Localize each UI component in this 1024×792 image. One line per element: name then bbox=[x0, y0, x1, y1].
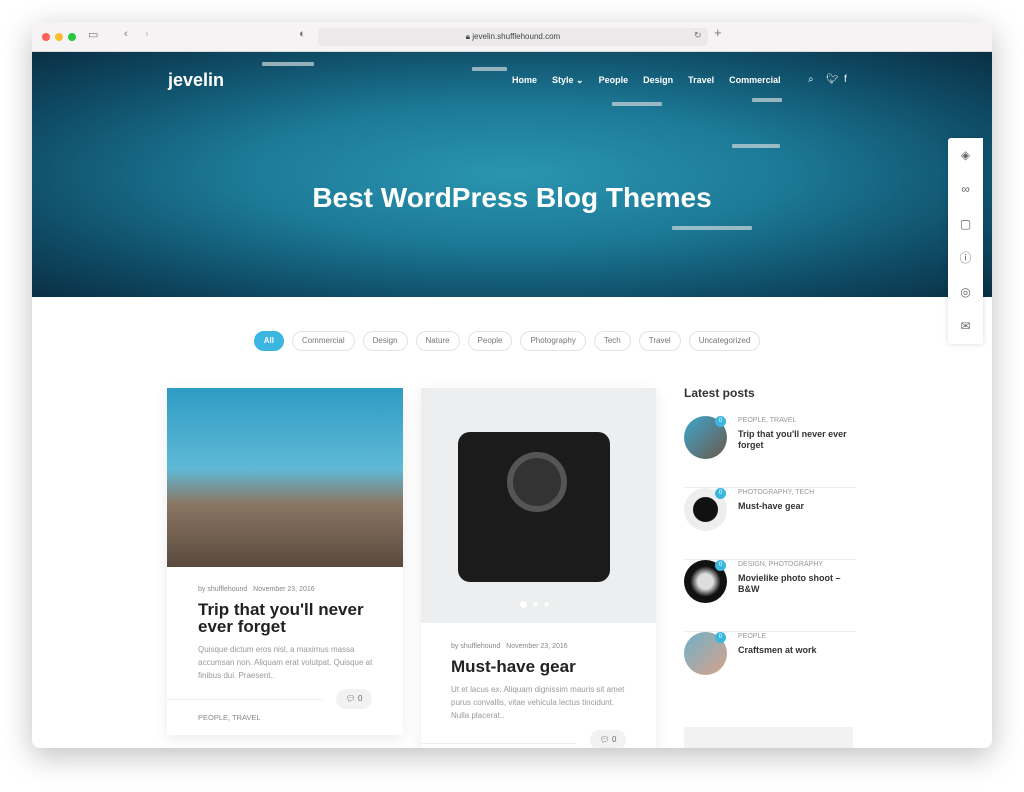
maximize-window-button[interactable] bbox=[68, 33, 76, 41]
latest-post-item[interactable]: 0 PEOPLE Craftsmen at work bbox=[684, 632, 856, 704]
site-logo[interactable]: jevelin bbox=[168, 70, 224, 91]
filter-tech[interactable]: Tech bbox=[593, 331, 631, 351]
post-title[interactable]: Movielike photo shoot – B&W bbox=[738, 573, 856, 595]
close-window-button[interactable] bbox=[42, 33, 50, 41]
comment-badge: 0 bbox=[715, 416, 726, 427]
post-author[interactable]: by shufflehound bbox=[198, 586, 247, 593]
filter-nature[interactable]: Nature bbox=[415, 331, 460, 351]
latest-posts-widget: Latest posts 0 PEOPLE, TRAVEL Trip that yo… bbox=[684, 386, 856, 748]
url-text: jevelin.shufflehound.com bbox=[472, 32, 561, 41]
post-date[interactable]: November 23, 2016 bbox=[253, 586, 314, 593]
comment-count: 0 bbox=[357, 694, 363, 703]
filter-commercial[interactable]: Commercial bbox=[291, 331, 355, 351]
nav-style-label: Style bbox=[552, 75, 574, 85]
help-icon[interactable]: ⓘ bbox=[948, 241, 983, 275]
chevron-down-icon: ⌄ bbox=[576, 75, 584, 85]
post-title[interactable]: Craftsmen at work bbox=[738, 645, 856, 656]
side-toolbar: ◈ ∞ ▢ ⓘ ◎ ✉ bbox=[948, 138, 983, 344]
filter-all[interactable]: All bbox=[253, 331, 284, 351]
sidebar-toggle-icon[interactable]: ▭ bbox=[88, 28, 98, 41]
new-tab-icon[interactable]: + bbox=[714, 25, 722, 40]
comments-button[interactable]: 💬︎ 0 bbox=[336, 689, 372, 709]
post-excerpt: Ut et lacus ex. Aliquam dignissim mauris… bbox=[451, 685, 625, 720]
sidebar-widget-placeholder bbox=[684, 727, 853, 748]
minimize-window-button[interactable] bbox=[55, 33, 63, 41]
nav-home[interactable]: Home bbox=[512, 75, 537, 86]
post-excerpt: Quisque dictum eros nisl, a maximus mass… bbox=[198, 645, 373, 680]
post-title[interactable]: Must-have gear bbox=[738, 501, 856, 512]
category-filters: All Commercial Design Nature People Phot… bbox=[32, 331, 992, 351]
post-title[interactable]: Trip that you'll never ever forget bbox=[738, 429, 856, 451]
nav-style[interactable]: Style ⌄ bbox=[552, 75, 584, 86]
post-author[interactable]: by shufflehound bbox=[451, 643, 500, 650]
post-title[interactable]: Trip that you'll never ever forget bbox=[198, 601, 378, 635]
facebook-icon[interactable]: f bbox=[844, 74, 847, 85]
post-categories[interactable]: PEOPLE, TRAVEL bbox=[198, 713, 261, 722]
hero-title: Best WordPress Blog Themes bbox=[312, 182, 712, 213]
post-image[interactable] bbox=[167, 388, 403, 567]
filter-photography[interactable]: Photography bbox=[520, 331, 586, 351]
latest-post-item[interactable]: 0 DESIGN, PHOTOGRAPHY Movielike photo shoo… bbox=[684, 560, 856, 632]
latest-post-item[interactable]: 0 PHOTOGRAPHY, TECH Must-have gear bbox=[684, 488, 856, 560]
post-title[interactable]: Must-have gear bbox=[451, 658, 631, 675]
main-nav: Home Style ⌄ People Design Travel Commer… bbox=[512, 75, 781, 86]
post-image[interactable] bbox=[421, 388, 656, 623]
nav-travel[interactable]: Travel bbox=[688, 75, 714, 86]
back-icon[interactable]: ‹ bbox=[124, 28, 128, 40]
reload-icon[interactable]: ↻ bbox=[694, 30, 702, 41]
nav-commercial[interactable]: Commercial bbox=[729, 75, 781, 86]
privacy-shield-icon[interactable]: ◐ bbox=[299, 28, 306, 40]
post-categories: PEOPLE, TRAVEL bbox=[738, 417, 797, 424]
nav-people[interactable]: People bbox=[599, 75, 629, 86]
comment-badge: 0 bbox=[715, 560, 726, 571]
post-categories: DESIGN, PHOTOGRAPHY bbox=[738, 561, 824, 568]
post-date[interactable]: November 23, 2016 bbox=[506, 643, 567, 650]
forward-icon[interactable]: › bbox=[145, 28, 149, 40]
nav-design[interactable]: Design bbox=[643, 75, 673, 86]
glasses-icon[interactable]: ∞ bbox=[948, 172, 983, 206]
support-icon[interactable]: ◎ bbox=[948, 275, 983, 309]
post-categories: PEOPLE bbox=[738, 633, 767, 640]
browser-toolbar: ▭ ‹ › ◐ 🔒︎ jevelin.shufflehound.com ↻ + bbox=[32, 22, 992, 52]
twitter-icon[interactable]: 🐦︎ bbox=[826, 74, 839, 85]
browser-window: ▭ ‹ › ◐ 🔒︎ jevelin.shufflehound.com ↻ + … bbox=[32, 22, 992, 748]
layers-icon[interactable]: ◈ bbox=[948, 138, 983, 172]
comments-button[interactable]: 💬︎ 0 bbox=[590, 730, 626, 748]
hero-banner: jevelin Home Style ⌄ People Design Trave… bbox=[32, 52, 992, 297]
address-bar[interactable]: 🔒︎ jevelin.shufflehound.com bbox=[318, 28, 708, 46]
widget-title: Latest posts bbox=[684, 386, 755, 400]
post-categories: PHOTOGRAPHY, TECH bbox=[738, 489, 815, 496]
comment-badge: 0 bbox=[715, 488, 726, 499]
post-card: by shufflehound November 23, 2016 Must-h… bbox=[421, 388, 656, 748]
clipboard-icon[interactable]: ▢ bbox=[948, 207, 983, 241]
filter-uncategorized[interactable]: Uncategorized bbox=[688, 331, 761, 351]
comment-badge: 0 bbox=[715, 632, 726, 643]
filter-people[interactable]: People bbox=[467, 331, 513, 351]
comment-count: 0 bbox=[611, 735, 617, 744]
latest-post-item[interactable]: 0 PEOPLE, TRAVEL Trip that you'll never ev… bbox=[684, 416, 856, 488]
filter-travel[interactable]: Travel bbox=[638, 331, 681, 351]
filter-design[interactable]: Design bbox=[362, 331, 408, 351]
search-icon[interactable]: ⌕ bbox=[808, 74, 814, 85]
post-card: by shufflehound November 23, 2016 Trip t… bbox=[167, 388, 403, 735]
